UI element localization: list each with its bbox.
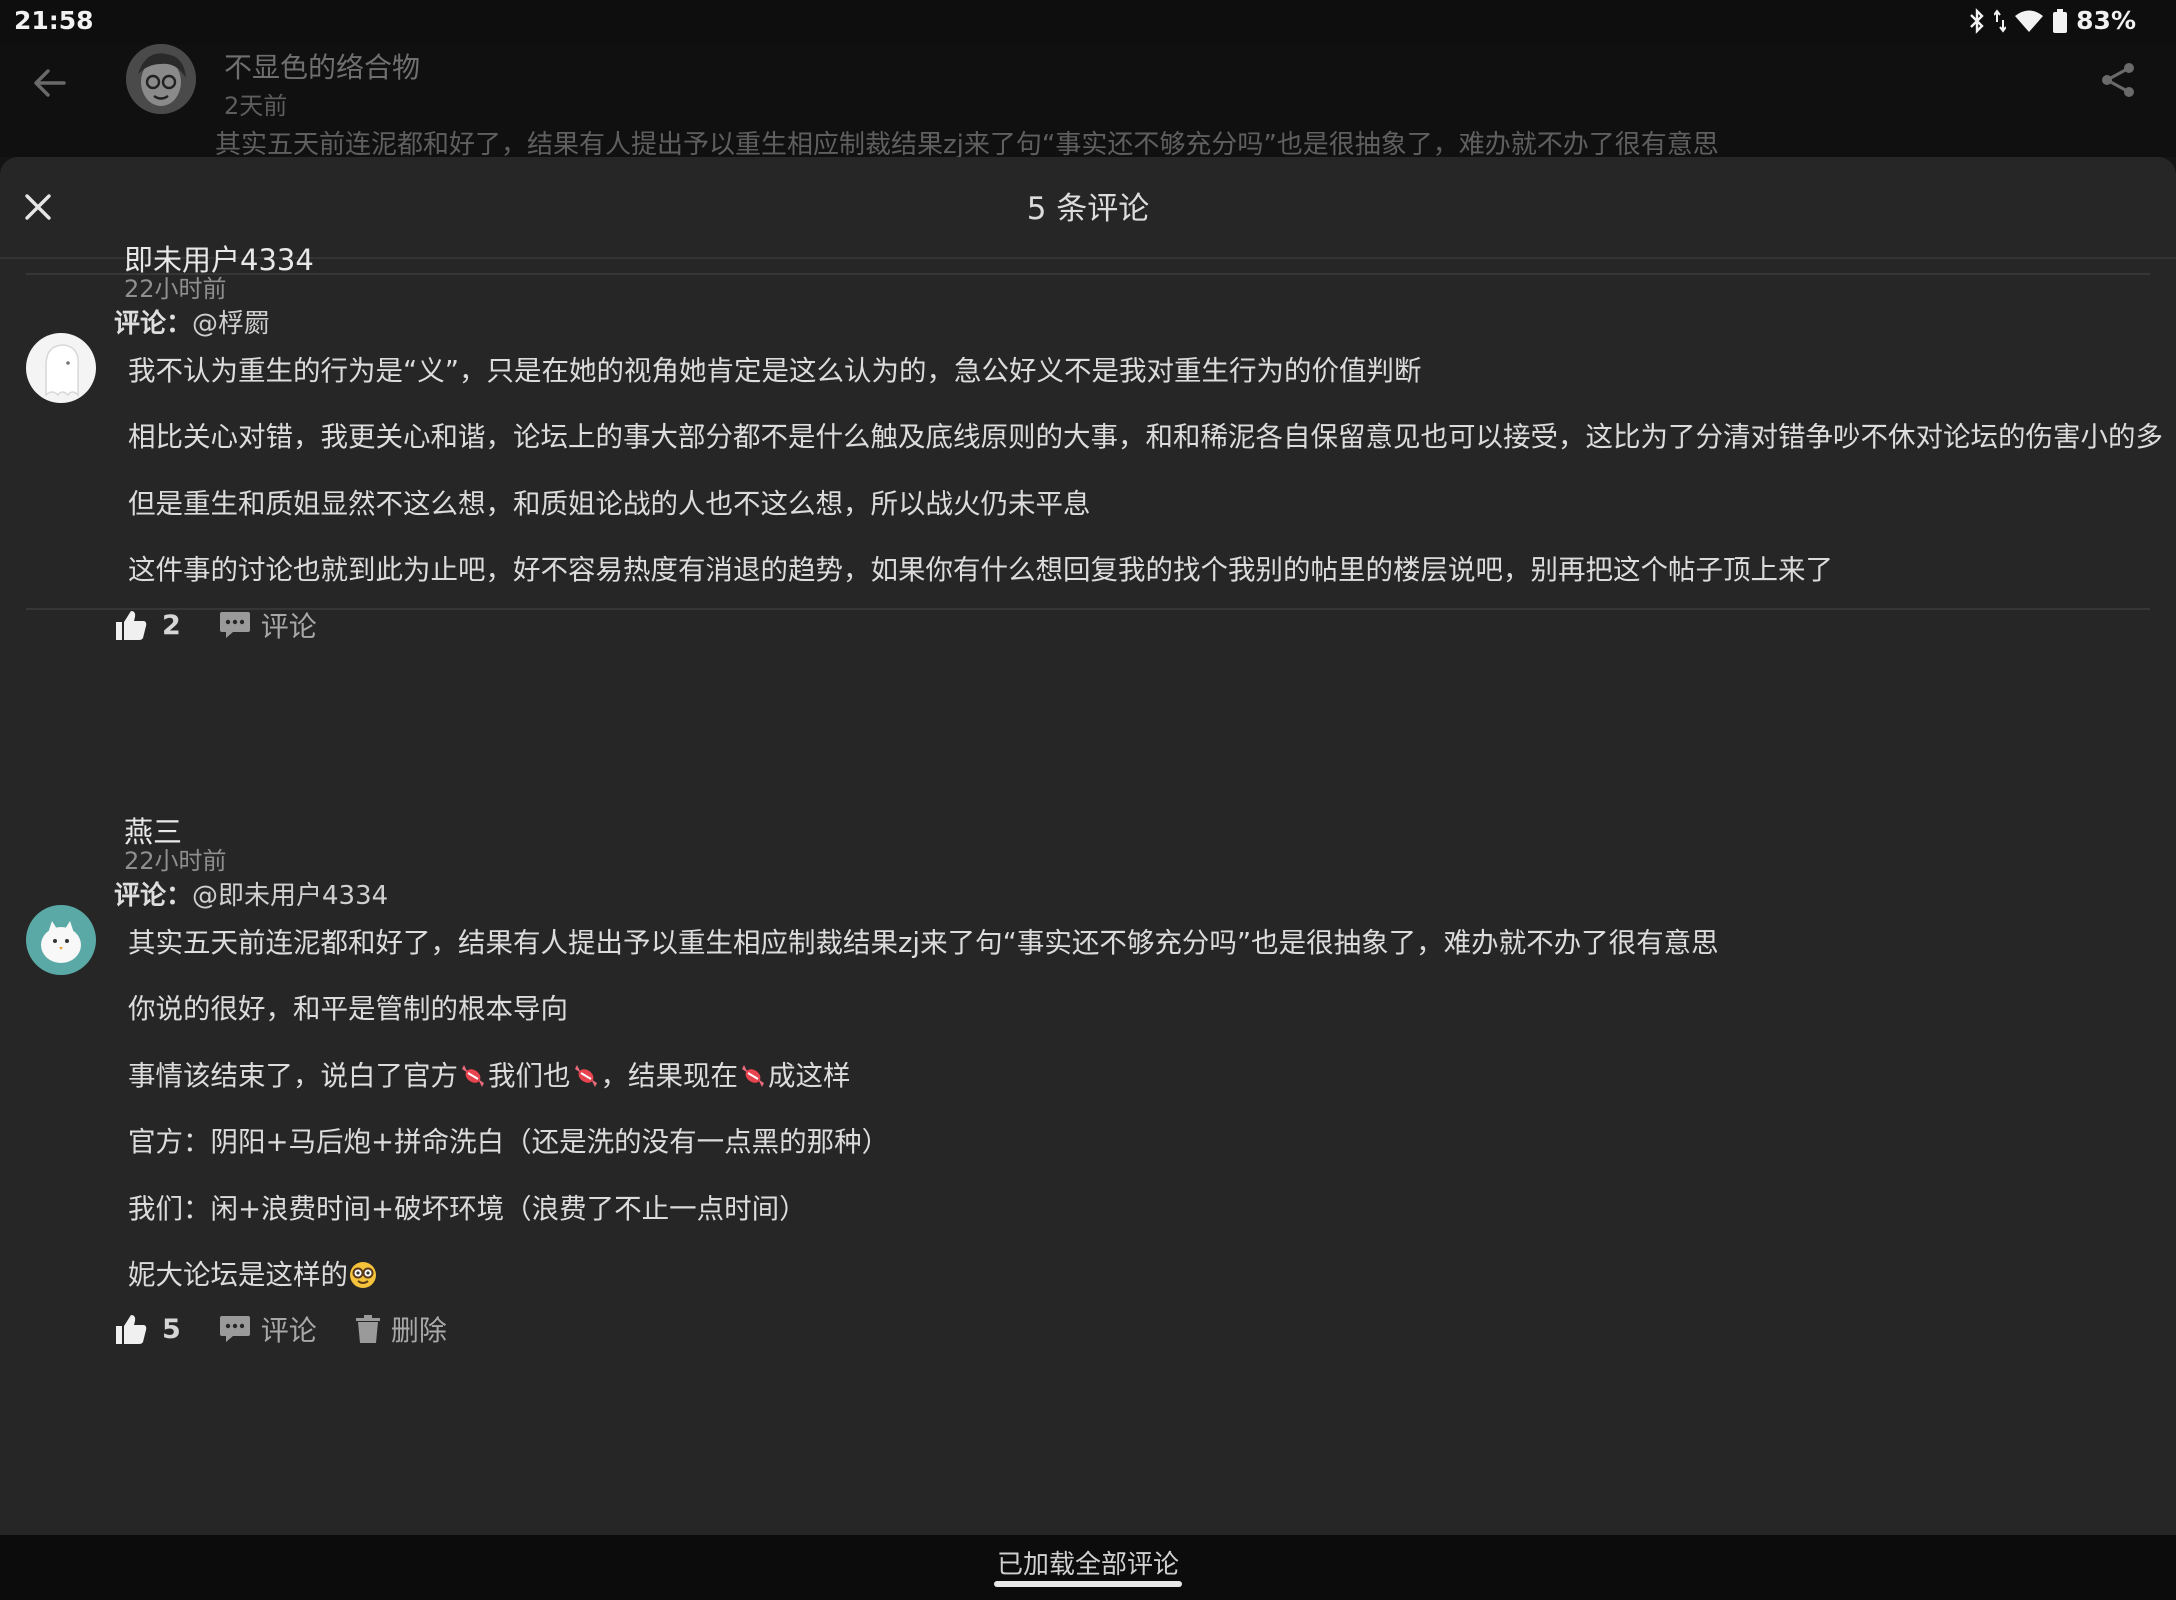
reply-target[interactable]: @桴罽	[192, 309, 270, 339]
screen: 21:58 83% 不显色的络合物 2天前 其实五天前连泥都和好了，结果有人提出…	[0, 0, 2176, 1600]
comment-text-line: 妮大论坛是这样的	[128, 1252, 378, 1292]
reply-target[interactable]: @即未用户4334	[192, 881, 388, 911]
ghost-avatar-image	[26, 333, 96, 403]
sheet-header: 5 条评论	[0, 157, 2176, 259]
comment-reply-to: 评论：@即未用户4334	[114, 875, 388, 912]
bluetooth-icon	[1970, 7, 1984, 34]
arrow-left-icon	[34, 69, 66, 97]
back-button[interactable]	[30, 63, 70, 103]
divider	[26, 608, 2150, 610]
candy-emoji-icon	[742, 1065, 764, 1087]
all-loaded-text: 已加载全部评论	[996, 1550, 1179, 1580]
comment-avatar[interactable]	[26, 905, 96, 975]
like-count: 5	[162, 1313, 181, 1345]
comment-text-line: 你说的很好，和平是管制的根本导向	[128, 993, 568, 1025]
comment-text-line: 我们：闲+浪费时间+破坏环境（浪费了不止一点时间）	[128, 1193, 807, 1225]
bird-avatar-image	[26, 905, 96, 975]
status-bar: 21:58 83%	[0, 0, 2176, 44]
reply-comment-label: 评论	[260, 610, 317, 643]
background-author-avatar[interactable]	[126, 44, 196, 114]
reply-comment-label: 评论	[260, 1314, 317, 1347]
comment-avatar[interactable]	[26, 333, 96, 403]
comment-time: 22小时前	[124, 847, 227, 875]
text-segment: 妮大论坛是这样的	[128, 1259, 348, 1291]
footer-bar: 已加载全部评论	[0, 1535, 2176, 1600]
text-segment: 我们也	[488, 1060, 571, 1092]
comment-text-line: 但是重生和质姐显然不这么想，和质姐论战的人也不这么想，所以战火仍未平息	[128, 488, 1091, 520]
comment-text-line: 事情该结束了，说白了官方 我们也 ，结果现在 成这样	[128, 1053, 851, 1093]
wifi-icon	[2015, 10, 2044, 32]
background-post-snippet: 其实五天前连泥都和好了，结果有人提出予以重生相应制裁结果zj来了句“事实还不够充…	[215, 130, 1719, 160]
comments-sheet: 5 条评论 即未用户4334 22小时前 评论：@桴罽 我不认为重生的行为是“义…	[0, 157, 2176, 1535]
battery-icon	[2053, 8, 2068, 33]
comment-text-line: 我不认为重生的行为是“义”，只是在她的视角她肯定是这么认为的，急公好义不是我对重…	[128, 355, 1422, 387]
thumbs-up-icon	[116, 611, 147, 640]
divider	[26, 273, 2150, 275]
candy-emoji-icon	[574, 1065, 597, 1087]
text-segment: 成这样	[768, 1060, 851, 1092]
data-arrows-icon	[1994, 8, 2007, 33]
status-time: 21:58	[14, 6, 94, 35]
like-button[interactable]: 5	[114, 1312, 181, 1346]
share-button[interactable]	[2098, 60, 2138, 100]
text-segment: 事情该结束了，说白了官方	[128, 1060, 458, 1092]
comment-bubble-icon	[219, 1316, 250, 1342]
reply-label: 评论：	[114, 881, 193, 911]
thumbs-up-icon	[116, 1315, 147, 1344]
comment-text-line: 这件事的讨论也就到此为止吧，好不容易热度有消退的趋势，如果你有什么想回复我的找个…	[128, 554, 1833, 586]
cartoon-face-avatar-image	[126, 44, 196, 114]
nerd-face-emoji-icon	[350, 1262, 376, 1288]
delete-button[interactable]: 删除	[355, 1309, 447, 1349]
home-indicator[interactable]	[994, 1581, 1182, 1587]
delete-label: 删除	[390, 1314, 447, 1347]
comment-actions: 5 评论 删除	[114, 1307, 485, 1351]
reply-label: 评论：	[114, 309, 193, 339]
comment-text-line: 相比关心对错，我更关心和谐，论坛上的事大部分都不是什么触及底线原则的大事，和和稀…	[128, 421, 2163, 453]
reply-comment-button[interactable]: 评论	[219, 1309, 317, 1349]
comment-text-line: 官方：阴阳+马后炮+拼命洗白（还是洗的没有一点黑的那种）	[128, 1126, 890, 1158]
text-segment: ，结果现在	[600, 1060, 739, 1092]
candy-emoji-icon	[462, 1065, 484, 1087]
comment-text-line: 其实五天前连泥都和好了，结果有人提出予以重生相应制裁结果zj来了句“事实还不够充…	[128, 927, 1719, 959]
like-count: 2	[162, 609, 181, 641]
like-button[interactable]: 2	[114, 608, 181, 642]
background-post-header: 不显色的络合物 2天前 其实五天前连泥都和好了，结果有人提出予以重生相应制裁结果…	[0, 44, 2176, 160]
trash-icon	[355, 1315, 380, 1343]
share-icon	[2102, 63, 2134, 97]
comment-reply-to: 评论：@桴罽	[114, 303, 270, 340]
status-icons: 83%	[1968, 6, 2136, 35]
battery-percent: 83%	[2076, 6, 2136, 35]
comment-bubble-icon	[219, 612, 250, 638]
background-post-time: 2天前	[224, 92, 288, 120]
sheet-title: 5 条评论	[1026, 191, 1150, 227]
background-post-author[interactable]: 不显色的络合物	[224, 46, 420, 86]
reply-comment-button[interactable]: 评论	[219, 605, 317, 645]
comment-time: 22小时前	[124, 275, 227, 303]
